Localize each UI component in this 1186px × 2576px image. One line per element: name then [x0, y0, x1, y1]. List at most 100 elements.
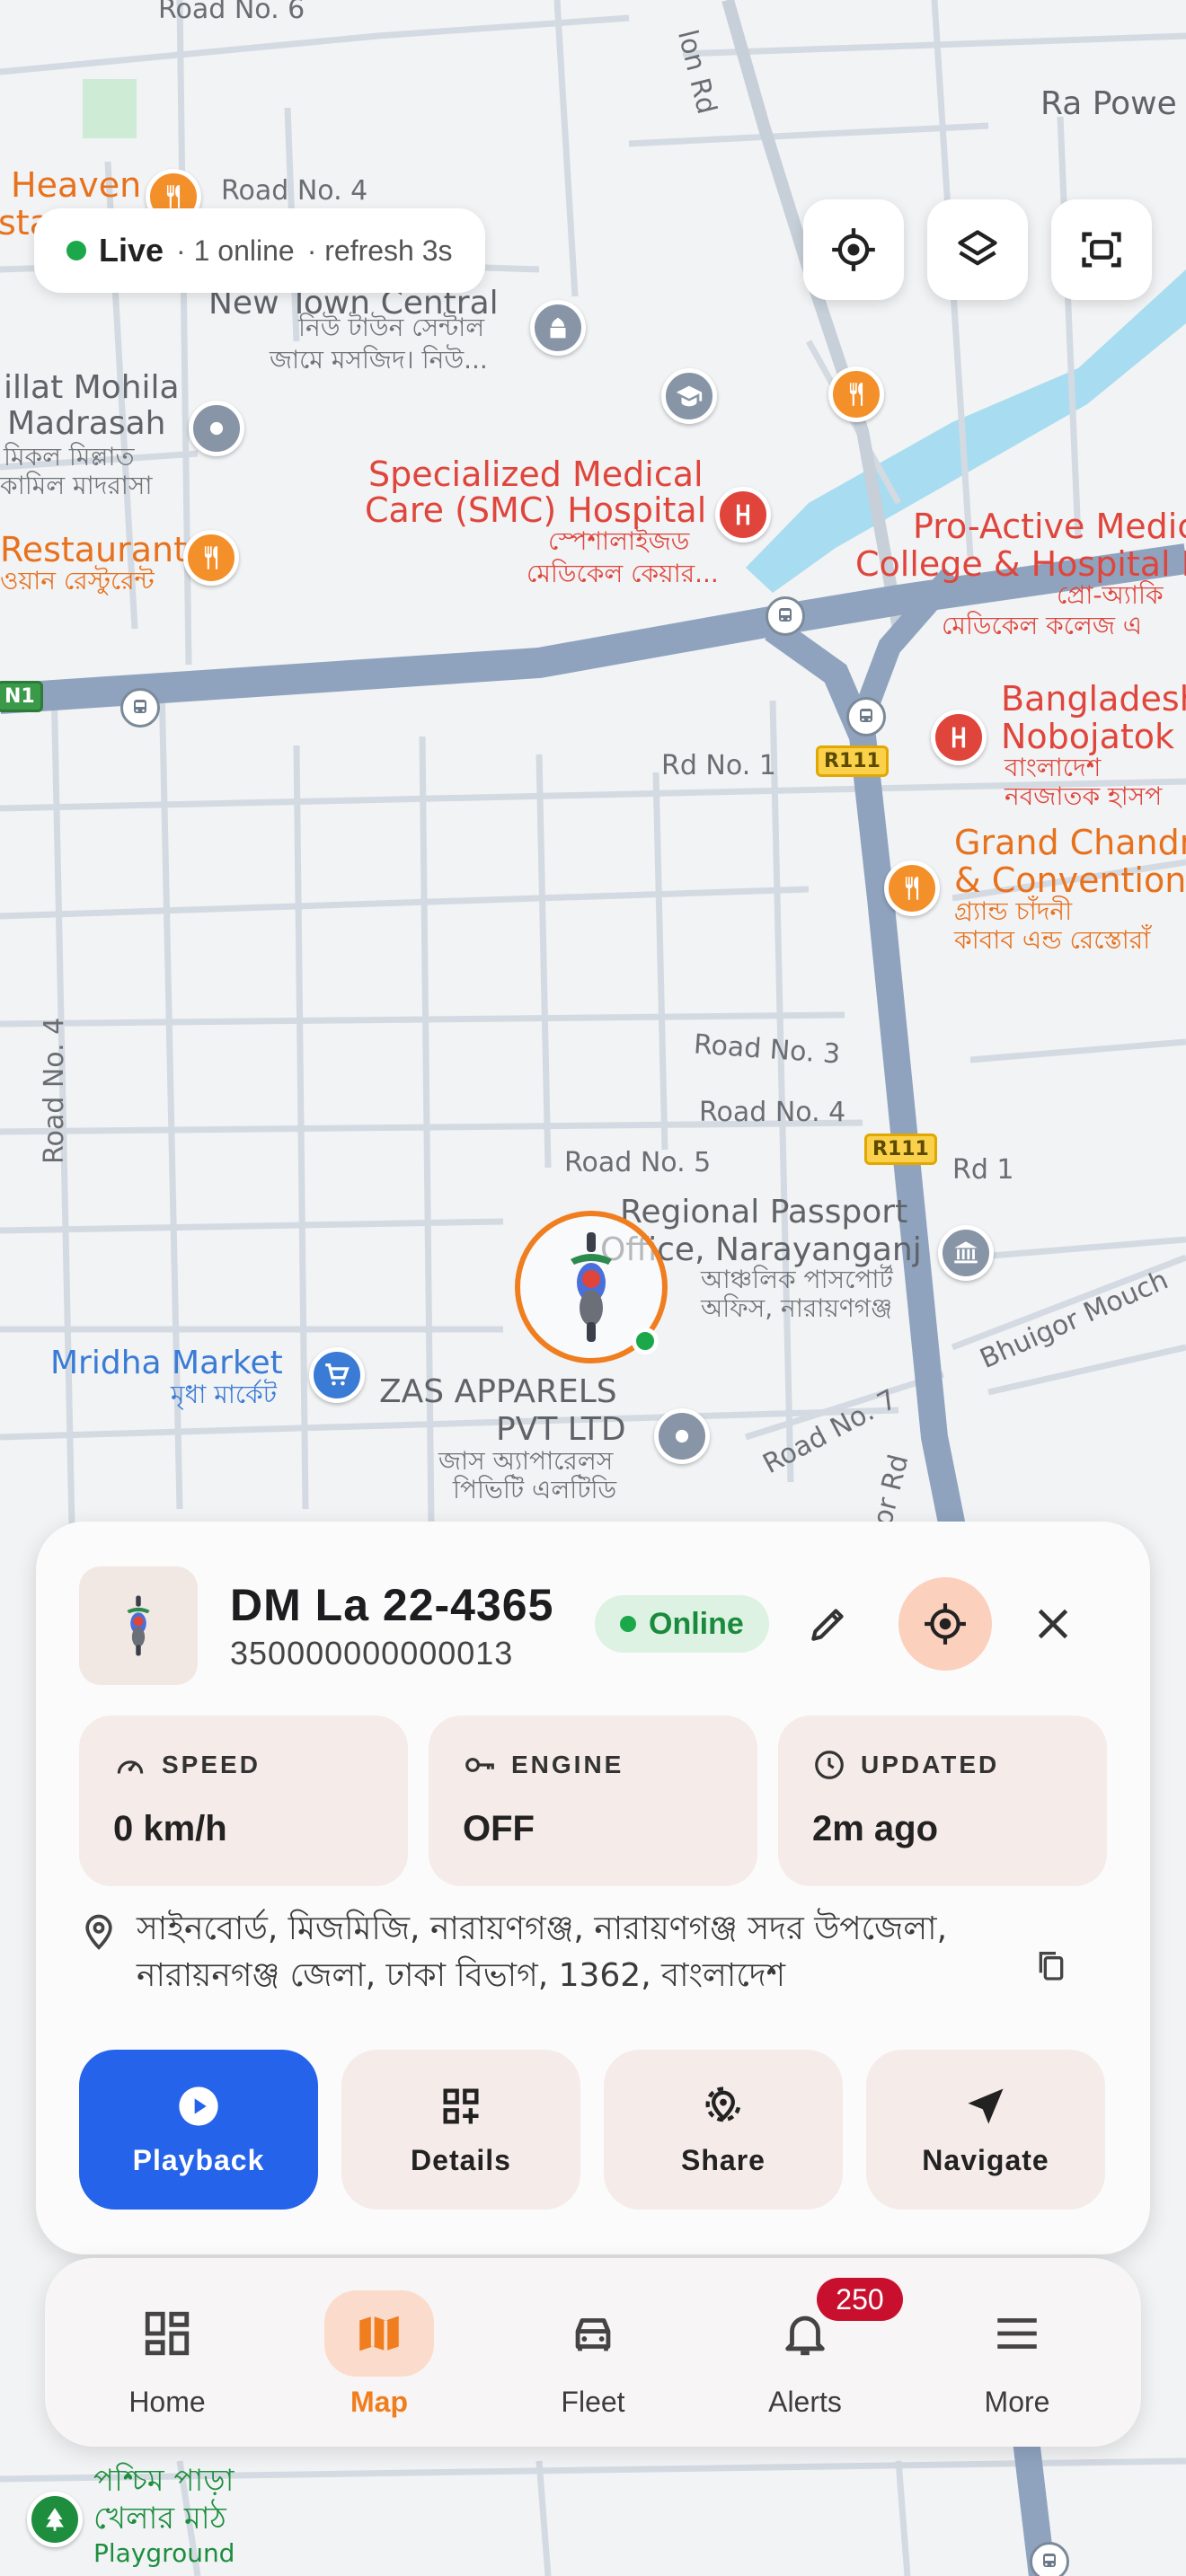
vehicle-marker[interactable] — [515, 1211, 668, 1363]
nav-label-alerts: Alerts — [768, 2386, 842, 2418]
place-pin-icon[interactable] — [189, 401, 244, 456]
updated-card: UPDATED 2m ago — [778, 1716, 1107, 1886]
share-button[interactable]: Share — [604, 2050, 843, 2210]
details-button[interactable]: Details — [341, 2050, 580, 2210]
map-label-proactive-bn-2: মেডিকেল কলেজ এ — [942, 611, 1143, 640]
road-shield-n1: N1 — [0, 681, 43, 712]
speed-card: SPEED 0 km/h — [79, 1716, 408, 1886]
restaurant-pin-icon[interactable] — [884, 860, 940, 916]
map-label-zas-bn-2: পিভিটি এলটিডি — [453, 1475, 617, 1504]
map-label-mridha-bn: মৃধা মার্কেট — [171, 1380, 278, 1409]
nav-item-alerts[interactable]: 250 Alerts — [715, 2278, 903, 2419]
layers-icon — [958, 230, 997, 266]
bus-stop-icon[interactable] — [846, 697, 886, 737]
map-label-grand-1: Grand Chandr — [954, 823, 1186, 862]
map-label-proactive-1: Pro-Active Medic — [913, 507, 1186, 546]
focus-vehicle-button[interactable] — [898, 1577, 992, 1671]
map-label-road-no-5: Road No. 5 — [564, 1147, 712, 1178]
bus-stop-icon[interactable] — [1030, 2542, 1069, 2576]
nav-item-map[interactable]: Map — [289, 2290, 469, 2419]
school-pin-icon[interactable] — [661, 368, 717, 424]
engine-label: ENGINE — [511, 1751, 624, 1778]
copy-address-button[interactable] — [1024, 1938, 1078, 1992]
map-label-smc-2: Care (SMC) Hospital — [365, 490, 707, 530]
road-shield-r111: R111 — [864, 1134, 937, 1165]
vehicle-thumbnail — [79, 1566, 198, 1685]
map-layers-button[interactable] — [927, 199, 1028, 300]
place-pin-icon[interactable] — [654, 1408, 710, 1464]
map-label-zas-1: ZAS APPARELS — [379, 1373, 617, 1410]
address-line-1: সাইনবোর্ড, মিজমিজি, নারায়ণগঞ্জ, নারায়ণ… — [137, 1910, 948, 1947]
online-count: · 1 online — [176, 234, 295, 267]
copy-icon — [1039, 1952, 1064, 1981]
hospital-pin-icon[interactable] — [931, 710, 987, 765]
menu-icon — [997, 2318, 1037, 2349]
shopping-pin-icon[interactable] — [309, 1347, 365, 1403]
map-label-smc-bn-1: স্পেশালাইজড — [548, 526, 690, 556]
map-icon — [359, 2316, 399, 2351]
fit-screen-icon — [1082, 232, 1121, 268]
map-label-playground-bn-1: পশ্চিম পাড়া — [93, 2463, 235, 2499]
government-pin-icon[interactable] — [938, 1225, 994, 1281]
bus-stop-icon[interactable] — [766, 596, 805, 636]
fit-screen-button[interactable] — [1051, 199, 1152, 300]
car-icon — [575, 2318, 611, 2351]
map-label-proactive-bn-1: প্রো-অ্যাকি — [1057, 580, 1164, 610]
motorbike-icon — [127, 1595, 150, 1656]
live-indicator-dot — [66, 241, 86, 260]
map-label-road-no-6: Road No. 6 — [158, 0, 305, 25]
mosque-pin-icon[interactable] — [530, 300, 586, 356]
hospital-pin-icon[interactable] — [715, 487, 771, 543]
map-label-grand-bn-1: গ্র্যান্ড চাঁদনী — [954, 896, 1073, 926]
updated-label: UPDATED — [861, 1751, 1000, 1778]
restaurant-pin-icon[interactable] — [183, 530, 239, 586]
grid-add-icon — [443, 2088, 479, 2123]
status-label: Online — [649, 1606, 744, 1641]
nav-label-map: Map — [350, 2386, 408, 2418]
dashboard-icon — [145, 2311, 190, 2356]
nav-item-fleet[interactable]: Fleet — [503, 2290, 683, 2419]
nav-item-more[interactable]: More — [927, 2290, 1107, 2419]
map-label-restaurant-bn: ওয়ান রেস্টুরেন্ট — [0, 566, 155, 595]
nav-item-home[interactable]: Home — [77, 2290, 257, 2419]
map-label-new-town-bn-1: নিউ টাউন সেন্টাল — [298, 313, 485, 342]
map-label-bangladesh-1: Bangladesh — [1001, 679, 1186, 719]
map-label-new-town-bn-2: জামে মসজিদ। নিউ... — [270, 345, 488, 375]
map-label-bangladesh-bn-2: নবজাতক হাসপ — [1005, 781, 1163, 811]
clock-icon — [815, 1751, 844, 1779]
address-line-2: নারায়নগঞ্জ জেলা, ঢাকা বিভাগ, 1362, বাংল… — [137, 1957, 785, 1995]
map-label-mridha-1: Mridha Market — [50, 1345, 283, 1381]
playback-button[interactable]: Playback — [79, 2050, 318, 2210]
navigate-button[interactable]: Navigate — [866, 2050, 1105, 2210]
map-label-illat-mohila: illat Mohila — [4, 369, 180, 406]
key-icon — [465, 1758, 494, 1772]
vehicle-plate: DM La 22-4365 — [230, 1580, 554, 1630]
nav-label-more: More — [984, 2386, 1050, 2418]
share-label: Share — [681, 2143, 766, 2176]
map-label-madrasah-bn-1: মিকল মিল্লাত — [4, 442, 135, 472]
map-label-heaven: Heaven — [11, 165, 142, 205]
close-button[interactable] — [1006, 1577, 1100, 1671]
crosshair-icon — [925, 1603, 966, 1645]
my-location-button[interactable] — [803, 199, 904, 300]
restaurant-pin-icon[interactable] — [828, 366, 884, 422]
status-badge: Online — [595, 1595, 769, 1653]
map-label-zas-bn-1: জাস অ্যাপারেলস — [438, 1446, 614, 1476]
park-pin-icon[interactable] — [27, 2492, 83, 2547]
map-label-rd-no-1: Rd No. 1 — [661, 750, 776, 781]
bus-stop-icon[interactable] — [120, 688, 160, 728]
vehicle-imei: 350000000000013 — [230, 1635, 514, 1672]
live-status-chip: Live · 1 online · refresh 3s — [34, 208, 485, 293]
nav-label-fleet: Fleet — [561, 2386, 625, 2418]
crosshair-icon — [832, 228, 875, 271]
map-label-passport-1: Regional Passport — [620, 1194, 908, 1231]
map-label-grand-2: & Convention — [954, 860, 1186, 900]
close-icon — [1038, 1609, 1068, 1639]
edit-button[interactable] — [782, 1577, 875, 1671]
bottom-navigation: Home Map Fleet 250 Alerts More — [45, 2258, 1141, 2447]
play-icon — [179, 2086, 218, 2126]
motorbike-icon — [571, 1232, 612, 1342]
speed-label: SPEED — [162, 1751, 261, 1778]
map-label-road-no-4-top: Road No. 4 — [221, 175, 368, 207]
speedometer-icon — [117, 1760, 144, 1774]
